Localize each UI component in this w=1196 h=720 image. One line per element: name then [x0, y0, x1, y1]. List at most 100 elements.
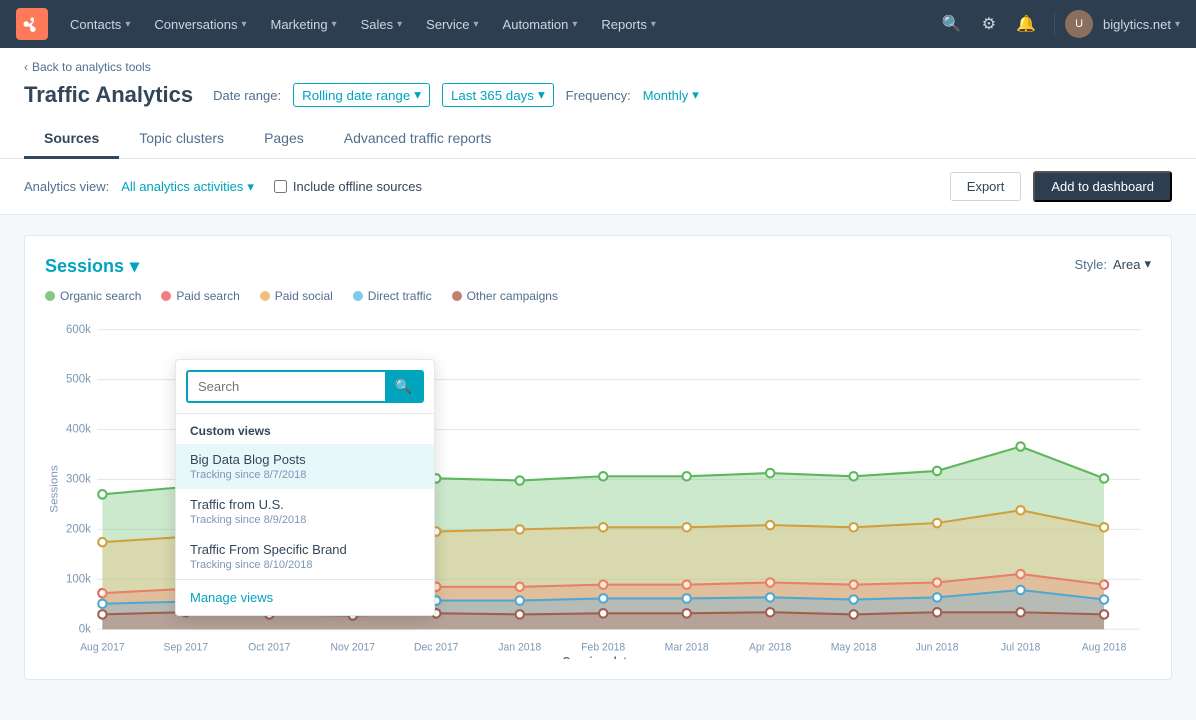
- svg-text:Jun 2018: Jun 2018: [916, 641, 959, 653]
- analytics-bar: Analytics view: All analytics activities…: [0, 159, 1196, 215]
- rolling-date-range-btn[interactable]: Rolling date range ▾: [293, 83, 430, 107]
- analytics-view-btn[interactable]: All analytics activities ▾: [121, 179, 254, 195]
- legend-label-organic: Organic search: [60, 289, 141, 303]
- legend-direct-traffic: Direct traffic: [353, 289, 432, 303]
- legend-dot-paid-search: [161, 291, 171, 301]
- svg-text:300k: 300k: [66, 474, 91, 486]
- svg-text:600k: 600k: [66, 324, 91, 336]
- sub-header: ‹ Back to analytics tools Traffic Analyt…: [0, 48, 1196, 159]
- style-value-btn[interactable]: Area ▾: [1113, 256, 1151, 272]
- svg-text:Aug 2018: Aug 2018: [1082, 641, 1127, 653]
- chevron-down-icon: ▾: [692, 87, 699, 103]
- nav-marketing[interactable]: Marketing ▾: [260, 11, 346, 38]
- frequency-btn[interactable]: Monthly ▾: [643, 87, 699, 103]
- dropdown-item-traffic-brand[interactable]: Traffic From Specific Brand Tracking sin…: [176, 534, 434, 579]
- legend-dot-paid-social: [260, 291, 270, 301]
- nav-contacts[interactable]: Contacts ▾: [60, 11, 140, 38]
- chart-header: Sessions ▾ Style: Area ▾: [45, 256, 1151, 277]
- chevron-down-icon: ▾: [130, 256, 139, 277]
- dropdown-item-title-2: Traffic From Specific Brand: [190, 542, 420, 557]
- dropdown-item-sub-2: Tracking since 8/10/2018: [190, 559, 420, 571]
- nav-automation[interactable]: Automation ▾: [493, 11, 588, 38]
- nav-divider: [1054, 12, 1055, 36]
- legend-organic-search: Organic search: [45, 289, 141, 303]
- date-controls: Date range: Rolling date range ▾ Last 36…: [213, 83, 699, 107]
- top-navigation: Contacts ▾ Conversations ▾ Marketing ▾ S…: [0, 0, 1196, 48]
- dropdown-item-title-0: Big Data Blog Posts: [190, 452, 420, 467]
- dropdown-item-title-1: Traffic from U.S.: [190, 497, 420, 512]
- search-icon-btn[interactable]: 🔍: [934, 8, 970, 40]
- sessions-title[interactable]: Sessions ▾: [45, 256, 139, 277]
- chart-area: 0k 100k 200k 300k 400k 500k 600k Session…: [45, 319, 1151, 659]
- page-title-row: Traffic Analytics Date range: Rolling da…: [24, 82, 1172, 108]
- custom-views-label: Custom views: [176, 414, 434, 444]
- legend-label-other: Other campaigns: [467, 289, 558, 303]
- page-title: Traffic Analytics: [24, 82, 193, 108]
- tab-topic-clusters[interactable]: Topic clusters: [119, 120, 244, 159]
- search-button[interactable]: 🔍: [385, 372, 422, 401]
- search-input[interactable]: [188, 373, 385, 400]
- dropdown-list: Custom views Big Data Blog Posts Trackin…: [176, 414, 434, 579]
- legend-paid-social: Paid social: [260, 289, 333, 303]
- analytics-view-label: Analytics view:: [24, 179, 109, 194]
- legend-dot-direct: [353, 291, 363, 301]
- svg-text:Dec 2017: Dec 2017: [414, 641, 459, 653]
- user-menu[interactable]: biglytics.net ▾: [1103, 17, 1180, 32]
- style-selector: Style: Area ▾: [1074, 256, 1151, 272]
- main-content: Sessions ▾ Style: Area ▾ Organic search …: [0, 215, 1196, 700]
- svg-text:May 2018: May 2018: [831, 641, 877, 653]
- dropdown-item-sub-1: Tracking since 8/9/2018: [190, 514, 420, 526]
- svg-text:Mar 2018: Mar 2018: [665, 641, 709, 653]
- offline-sources-checkbox[interactable]: [274, 180, 287, 193]
- nav-sales[interactable]: Sales ▾: [351, 11, 413, 38]
- svg-text:200k: 200k: [66, 523, 91, 535]
- svg-text:Jan 2018: Jan 2018: [498, 641, 541, 653]
- dropdown-search-area: 🔍: [176, 360, 434, 414]
- style-label: Style:: [1074, 257, 1107, 272]
- tabs: Sources Topic clusters Pages Advanced tr…: [24, 120, 1172, 158]
- svg-text:Session date: Session date: [563, 656, 634, 659]
- manage-views-link[interactable]: Manage views: [176, 579, 434, 615]
- legend-dot-organic: [45, 291, 55, 301]
- legend-label-direct: Direct traffic: [368, 289, 432, 303]
- legend-label-paid-social: Paid social: [275, 289, 333, 303]
- dropdown-item-big-data[interactable]: Big Data Blog Posts Tracking since 8/7/2…: [176, 444, 434, 489]
- svg-text:Aug 2017: Aug 2017: [80, 641, 125, 653]
- svg-text:Apr 2018: Apr 2018: [749, 641, 791, 653]
- tab-advanced-traffic[interactable]: Advanced traffic reports: [324, 120, 512, 159]
- frequency-label: Frequency:: [566, 88, 631, 103]
- svg-text:Oct 2017: Oct 2017: [248, 641, 290, 653]
- offline-sources-checkbox-wrap: Include offline sources: [274, 179, 422, 194]
- dropdown-item-traffic-us[interactable]: Traffic from U.S. Tracking since 8/9/201…: [176, 489, 434, 534]
- settings-icon-btn[interactable]: ⚙: [974, 8, 1004, 40]
- add-to-dashboard-button[interactable]: Add to dashboard: [1033, 171, 1172, 202]
- legend-paid-search: Paid search: [161, 289, 239, 303]
- legend-dot-other: [452, 291, 462, 301]
- notifications-icon-btn[interactable]: 🔔: [1008, 8, 1044, 40]
- tab-sources[interactable]: Sources: [24, 120, 119, 159]
- nav-reports[interactable]: Reports ▾: [591, 11, 666, 38]
- dropdown-item-sub-0: Tracking since 8/7/2018: [190, 469, 420, 481]
- chevron-left-icon: ‹: [24, 60, 28, 74]
- svg-text:Nov 2017: Nov 2017: [330, 641, 375, 653]
- chart-legend: Organic search Paid search Paid social D…: [45, 289, 1151, 303]
- chevron-down-icon: ▾: [538, 87, 545, 103]
- nav-service[interactable]: Service ▾: [416, 11, 488, 38]
- svg-text:Sessions: Sessions: [49, 465, 61, 513]
- date-range-label: Date range:: [213, 88, 281, 103]
- svg-text:Sep 2017: Sep 2017: [164, 641, 209, 653]
- hubspot-logo[interactable]: [16, 8, 48, 40]
- nav-conversations[interactable]: Conversations ▾: [144, 11, 256, 38]
- svg-text:Feb 2018: Feb 2018: [581, 641, 625, 653]
- chevron-down-icon: ▾: [1144, 256, 1151, 272]
- svg-text:100k: 100k: [66, 573, 91, 585]
- date-period-btn[interactable]: Last 365 days ▾: [442, 83, 554, 107]
- user-avatar[interactable]: U: [1065, 10, 1093, 38]
- back-link[interactable]: ‹ Back to analytics tools: [24, 60, 1172, 74]
- tab-pages[interactable]: Pages: [244, 120, 324, 159]
- svg-text:0k: 0k: [79, 623, 91, 635]
- search-wrap: 🔍: [186, 370, 424, 403]
- svg-text:400k: 400k: [66, 424, 91, 436]
- export-button[interactable]: Export: [950, 172, 1022, 201]
- legend-label-paid-search: Paid search: [176, 289, 239, 303]
